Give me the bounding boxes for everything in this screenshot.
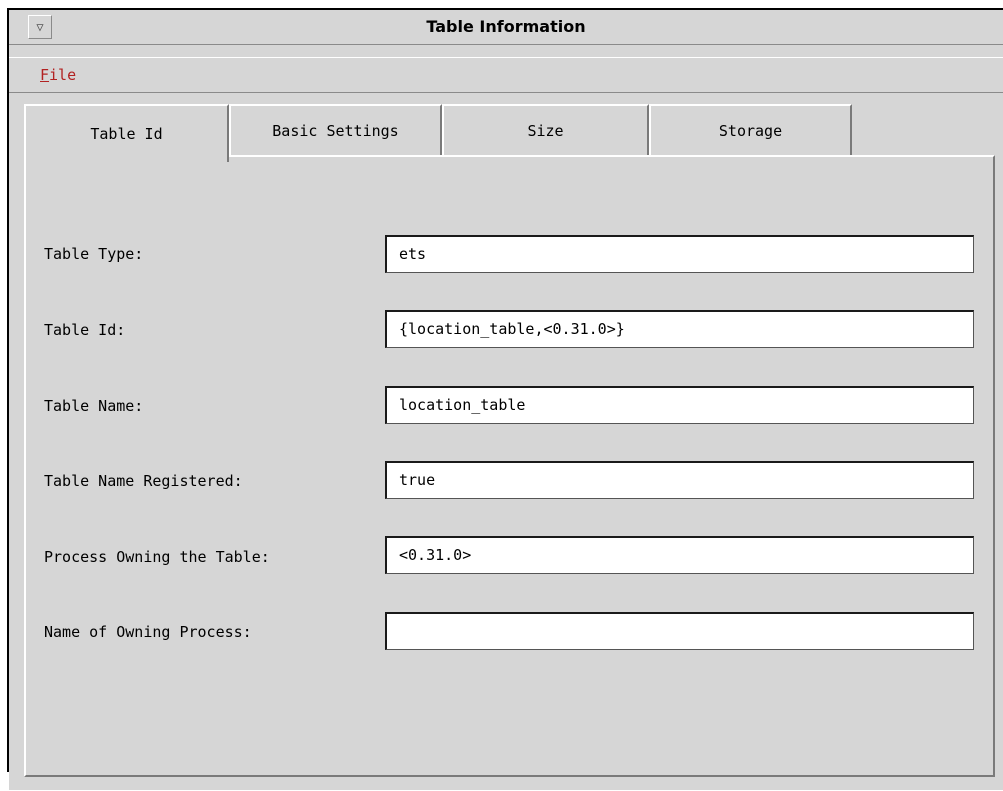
owning-process-name-label: Name of Owning Process: [44, 623, 252, 641]
owning-process-label: Process Owning the Table: [44, 548, 270, 566]
tab-size[interactable]: Size [442, 104, 649, 156]
table-type-field[interactable]: ets [385, 235, 974, 273]
table-name-registered-field[interactable]: true [385, 461, 974, 499]
window-title: Table Information [426, 17, 586, 36]
table-name-label: Table Name: [44, 397, 144, 415]
table-id-label: Table Id: [44, 321, 126, 339]
window-frame-corner [7, 772, 9, 791]
table-name-field[interactable]: location_table [385, 386, 974, 424]
file-label-rest: ile [49, 66, 77, 84]
table-id-field[interactable]: {location_table,<0.31.0>} [385, 310, 974, 348]
tab-basic-settings[interactable]: Basic Settings [229, 104, 442, 156]
owning-process-field[interactable]: <0.31.0> [385, 536, 974, 574]
owning-process-name-field[interactable] [385, 612, 974, 650]
tab-storage[interactable]: Storage [649, 104, 852, 156]
window-menu-button[interactable]: ▽ [28, 15, 52, 39]
menu-file[interactable]: File [40, 58, 76, 92]
title-bar: Table Information ▽ [9, 10, 1003, 45]
menu-bar: File [9, 57, 1003, 93]
table-name-registered-label: Table Name Registered: [44, 472, 243, 490]
table-type-label: Table Type: [44, 245, 144, 263]
triangle-down-icon: ▽ [36, 20, 44, 34]
file-mnemonic: F [40, 66, 50, 84]
tab-table-id[interactable]: Table Id [24, 104, 229, 162]
